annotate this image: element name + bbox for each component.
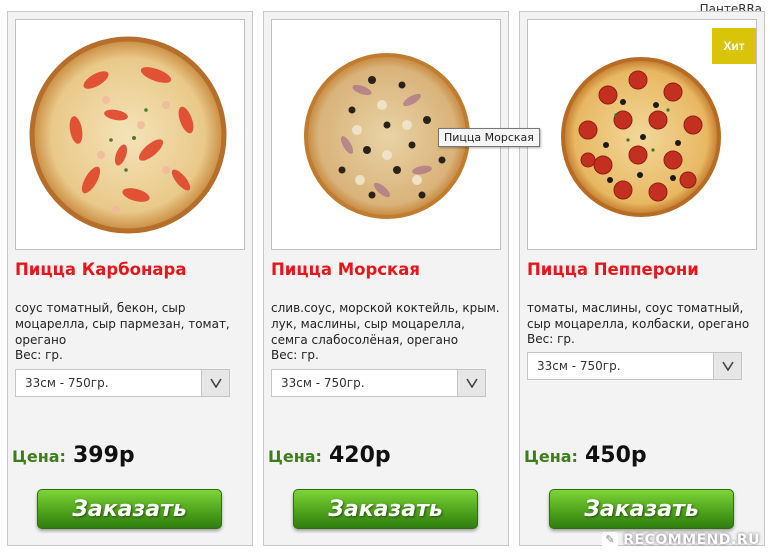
price-value: 420р: [328, 443, 391, 468]
product-card-pepperoni: Хит Пицца Пепперони томаты, маслины, соу…: [519, 11, 765, 546]
product-description: слив.соус, морской коктейль, крым. лук, …: [271, 301, 500, 347]
site-watermark-text: RECOMMEND.RU: [623, 532, 760, 548]
product-title[interactable]: Пицца Пепперони: [527, 260, 759, 279]
price-value: 399р: [72, 443, 135, 468]
pizza-carbonara-icon: [29, 36, 227, 234]
price: Цена: 450р: [524, 443, 647, 468]
order-button[interactable]: Заказать: [293, 489, 478, 529]
chevron-down-icon[interactable]: [713, 353, 741, 379]
product-image[interactable]: [15, 19, 245, 250]
product-title[interactable]: Пицца Морская: [271, 260, 503, 279]
product-description: соус томатный, бекон, сыр моцарелла, сыр…: [15, 301, 230, 347]
product-description: томаты, маслины, соус томатный, сыр моца…: [527, 301, 750, 331]
chevron-down-icon[interactable]: [457, 370, 485, 396]
order-button[interactable]: Заказать: [37, 489, 222, 529]
recommend-logo-icon: ✎: [602, 532, 619, 548]
size-select-value: 33см - 750гр.: [25, 376, 109, 390]
price-label: Цена:: [524, 447, 578, 466]
size-select[interactable]: 33см - 750гр.: [527, 352, 742, 380]
hit-badge: Хит: [712, 28, 756, 64]
price: Цена: 399р: [12, 443, 135, 468]
size-select[interactable]: 33см - 750гр.: [15, 369, 230, 397]
product-title[interactable]: Пицца Карбонара: [15, 260, 247, 279]
product-weight: Вес: гр.: [15, 348, 63, 362]
price-label: Цена:: [268, 447, 322, 466]
product-image[interactable]: Хит: [527, 19, 757, 250]
price-label: Цена:: [12, 447, 66, 466]
chevron-down-icon[interactable]: [201, 370, 229, 396]
size-select-value: 33см - 750гр.: [537, 359, 621, 373]
site-watermark: ✎ RECOMMEND.RU: [602, 532, 760, 548]
size-select-value: 33см - 750гр.: [281, 376, 365, 390]
product-card-seafood: Пицца Морская слив.соус, морской коктейл…: [263, 11, 509, 546]
product-weight: Вес: гр.: [527, 332, 575, 346]
product-card-carbonara: Пицца Карбонара соус томатный, бекон, сы…: [7, 11, 253, 546]
product-weight: Вес: гр.: [271, 348, 319, 362]
price: Цена: 420р: [268, 443, 391, 468]
price-value: 450р: [584, 443, 647, 468]
image-tooltip: Пицца Морская: [438, 128, 540, 147]
size-select[interactable]: 33см - 750гр.: [271, 369, 486, 397]
order-button[interactable]: Заказать: [549, 489, 734, 529]
